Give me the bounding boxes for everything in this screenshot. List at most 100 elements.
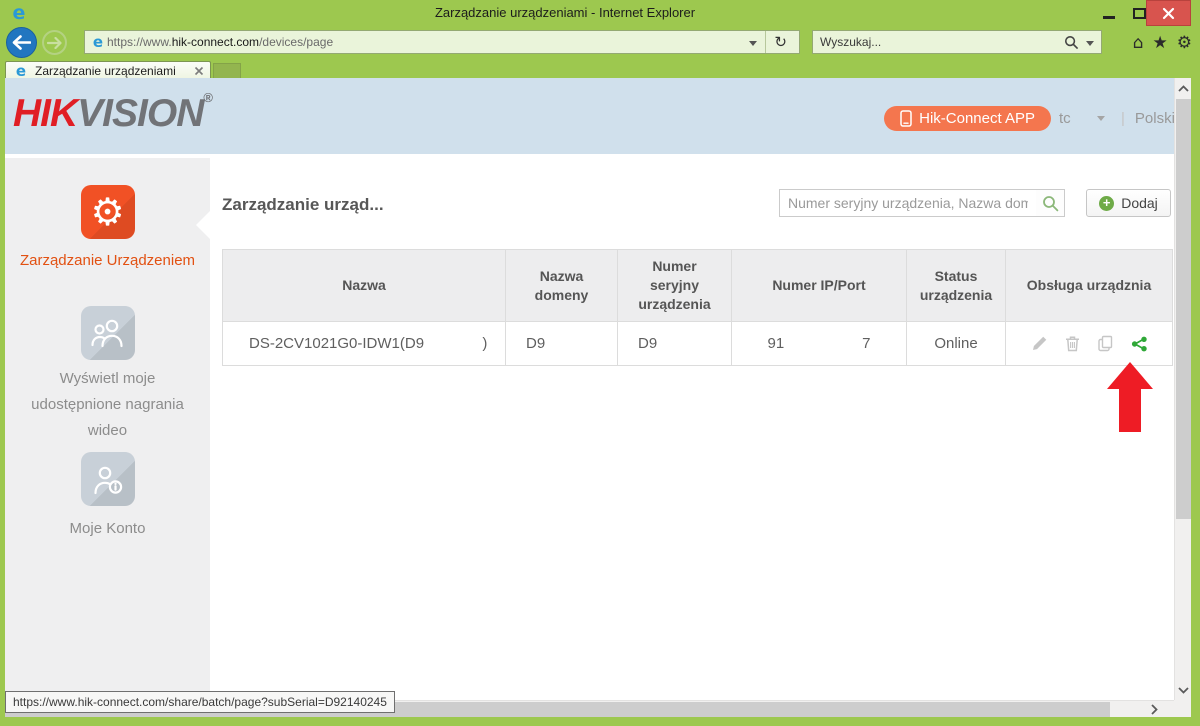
column-header-name: Nazwa [223, 250, 506, 322]
scroll-right-button[interactable] [1144, 701, 1164, 717]
sidebar-item-label: Zarządzanie Urządzeniem [5, 248, 210, 274]
sidebar-item-shared-videos[interactable]: Wyświetl moje udostępnione nagrania wide… [5, 306, 210, 444]
tab-close-button[interactable] [194, 66, 204, 76]
active-item-notch [196, 211, 210, 239]
trash-icon [1064, 335, 1081, 352]
address-bar[interactable]: e https://www.hik-connect.com/devices/pa… [84, 30, 800, 54]
close-button[interactable] [1146, 0, 1191, 26]
share-icon [1130, 335, 1148, 353]
device-ip[interactable]: 91 [767, 335, 784, 352]
tools-button[interactable]: ⚙ [1177, 35, 1192, 52]
gear-icon: ⚙ [1177, 33, 1192, 53]
device-port[interactable]: 7 [862, 335, 870, 352]
title-bar: e Zarządzanie urządzeniami - Internet Ex… [0, 0, 1200, 26]
chevron-down-icon [749, 41, 757, 46]
home-icon: ⌂ [1133, 33, 1144, 53]
header-divider: | [1121, 110, 1125, 127]
ie-window: { "window": { "title": "Zarządzanie urzą… [0, 0, 1200, 726]
address-dropdown-button[interactable] [741, 35, 765, 49]
browser-search-input[interactable] [820, 35, 1059, 49]
maximize-icon [1133, 8, 1146, 19]
tab-bar: e Zarządzanie urządzeniami [0, 60, 1200, 80]
app-button-label: Hik-Connect APP [919, 110, 1035, 127]
table-row: DS-2CV1021G0-IDW1(D9 ) D9 D9 917 Online [223, 322, 1173, 366]
gear-icon: ⚙ [90, 193, 124, 231]
device-search-input[interactable] [780, 190, 1036, 216]
forward-arrow-icon [47, 37, 62, 49]
page-title: Zarządzanie urząd... [222, 195, 384, 215]
column-header-ip-port: Numer IP/Port [732, 250, 907, 322]
sidebar-item-label: Wyświetl moje udostępnione nagrania wide… [18, 366, 198, 444]
forward-button[interactable] [42, 30, 67, 55]
sidebar-item-label: Moje Konto [5, 516, 210, 542]
star-icon: ★ [1153, 33, 1168, 53]
close-icon [1162, 7, 1175, 20]
sidebar-item-my-account[interactable]: Moje Konto [5, 452, 210, 542]
device-search-button[interactable] [1036, 189, 1065, 217]
url-domain: hik-connect.com [172, 35, 259, 49]
device-management-tile: ⚙ [81, 185, 135, 239]
language-selector[interactable]: Polski [1135, 110, 1175, 127]
browser-toolbar-icons: ⌂ ★ ⚙ [1133, 26, 1192, 60]
sidebar: ⚙ Zarządzanie Urządzeniem Wyświetl moje … [5, 158, 210, 717]
username[interactable]: tc [1059, 110, 1097, 127]
url-text: https://www.hik-connect.com/devices/page [107, 35, 741, 49]
chevron-right-icon [1151, 704, 1158, 715]
column-header-domain: Nazwa domeny [506, 250, 618, 322]
chevron-down-icon [1178, 687, 1189, 694]
account-info-icon [91, 463, 125, 495]
magnifier-icon [1042, 195, 1059, 212]
search-dropdown-button[interactable] [1084, 35, 1101, 49]
account-area: tc | Polski [1059, 106, 1191, 131]
window-title: Zarządzanie urządzeniami - Internet Expl… [40, 5, 1090, 20]
device-name-cell: DS-2CV1021G0-IDW1(D9 ) [223, 322, 506, 366]
page-viewport: HIKVISION® Hik-Connect APP tc | Polski ⚙… [5, 78, 1191, 717]
browser-search-button[interactable] [1059, 35, 1084, 50]
copy-device-button[interactable] [1097, 335, 1115, 353]
scrollbar-corner [1174, 700, 1191, 717]
minimize-icon [1103, 16, 1115, 19]
user-dropdown-icon[interactable] [1097, 116, 1105, 121]
logo-registered-mark: ® [203, 90, 213, 105]
refresh-icon: ↻ [774, 33, 787, 51]
refresh-button[interactable]: ↻ [765, 31, 795, 53]
chevron-up-icon [1178, 85, 1189, 92]
logo-vision: VISION [77, 92, 203, 135]
device-status-cell: Online [907, 322, 1006, 366]
delete-device-button[interactable] [1064, 335, 1082, 353]
minimize-button[interactable] [1096, 0, 1122, 26]
red-arrow-annotation [1105, 362, 1155, 432]
navigation-bar: e https://www.hik-connect.com/devices/pa… [0, 26, 1200, 60]
status-link-tooltip: https://www.hik-connect.com/share/batch/… [5, 691, 395, 713]
logo-hik: HIK [13, 92, 77, 135]
favorites-button[interactable]: ★ [1153, 35, 1168, 52]
device-actions-cell [1006, 322, 1173, 366]
device-serial-cell: D9 [618, 322, 732, 366]
status-badge: Online [934, 335, 977, 352]
pencil-icon [1031, 335, 1048, 352]
add-button-label: Dodaj [1121, 195, 1158, 211]
hik-connect-app-button[interactable]: Hik-Connect APP [884, 106, 1051, 131]
status-link-url: https://www.hik-connect.com/share/batch/… [13, 695, 387, 709]
back-button[interactable] [6, 27, 37, 58]
plus-icon: + [1099, 196, 1114, 211]
device-search-box [779, 189, 1037, 217]
column-header-status: Status urządzenia [907, 250, 1006, 322]
share-device-button[interactable] [1130, 335, 1148, 353]
browser-search-box [812, 30, 1102, 54]
column-header-actions: Obsługa urządznia [1006, 250, 1173, 322]
scroll-down-button[interactable] [1175, 681, 1191, 699]
hikvision-logo: HIKVISION® [13, 90, 213, 136]
url-path: /devices/page [259, 35, 333, 49]
chevron-down-icon [1086, 41, 1094, 46]
scroll-up-button[interactable] [1175, 79, 1191, 97]
edit-device-button[interactable] [1031, 335, 1049, 353]
home-button[interactable]: ⌂ [1133, 35, 1144, 52]
sidebar-item-device-management[interactable]: ⚙ Zarządzanie Urządzeniem [5, 185, 210, 274]
vertical-scrollbar[interactable] [1174, 78, 1191, 700]
vertical-scroll-thumb[interactable] [1176, 99, 1191, 519]
phone-icon [900, 110, 912, 127]
table-header-row: Nazwa Nazwa domeny Numer seryjny urządze… [223, 250, 1173, 322]
tab-title: Zarządzanie urządzeniami [35, 64, 189, 78]
add-device-button[interactable]: + Dodaj [1086, 189, 1171, 217]
